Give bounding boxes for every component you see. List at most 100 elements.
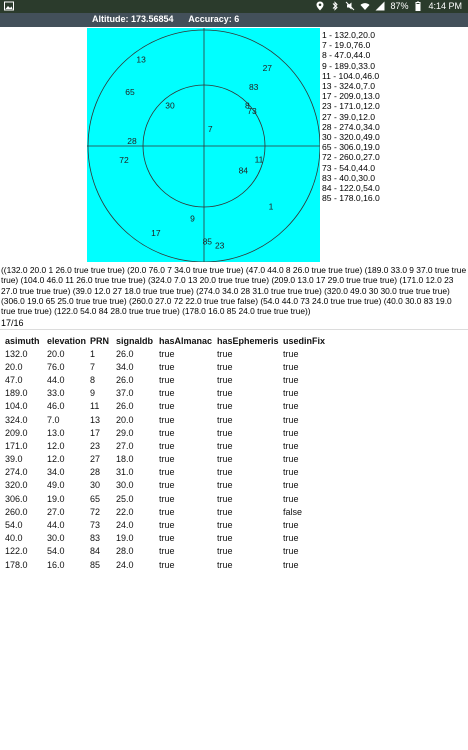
table-cell: 320.0 xyxy=(5,480,28,491)
legend-item: 7 - 19.0,76.0 xyxy=(322,40,371,51)
table-cell: true xyxy=(159,440,175,451)
table-cell: 28.0 xyxy=(116,546,134,557)
table-cell: 49.0 xyxy=(47,480,65,491)
wifi-icon xyxy=(360,3,370,10)
table-cell: 23 xyxy=(90,440,101,451)
table-cell: true xyxy=(217,361,233,372)
table-cell: 209.0 xyxy=(5,427,28,438)
table-row: 274.0 34.0 28 31.0 true true true xyxy=(5,466,329,479)
legend-item: 85 - 178.0,16.0 xyxy=(322,193,380,204)
column-header: asimuth xyxy=(5,335,40,346)
table-cell: true xyxy=(217,454,233,465)
table-cell: 26.0 xyxy=(116,401,134,412)
table-cell: 83 xyxy=(90,533,101,544)
table-cell: 33.0 xyxy=(47,388,65,399)
table-row: 260.0 27.0 72 22.0 true true false xyxy=(5,505,329,518)
table-cell: true xyxy=(217,414,233,425)
table-cell: true xyxy=(159,454,175,465)
table-cell: true xyxy=(283,559,299,570)
location-icon xyxy=(316,1,324,11)
table-cell: true xyxy=(159,401,175,412)
satellite-marker: 7 xyxy=(208,124,213,134)
table-row: 324.0 7.0 13 20.0 true true true xyxy=(5,413,329,426)
table-cell: 73 xyxy=(90,520,101,531)
table-cell: true xyxy=(217,559,233,570)
signal-icon xyxy=(375,1,385,11)
column-header: usedinFix xyxy=(283,335,326,346)
table-cell: 9 xyxy=(90,388,96,399)
app-header: Altitude: 173.56854 Accuracy: 6 xyxy=(0,13,468,27)
table-cell: 34.0 xyxy=(47,467,65,478)
table-cell: true xyxy=(159,559,175,570)
table-cell: true xyxy=(159,480,175,491)
satellite-marker: 83 xyxy=(249,82,259,92)
table-cell: 13 xyxy=(90,414,101,425)
column-header: hasEphemeris xyxy=(217,335,279,346)
divider xyxy=(0,329,468,330)
clock: 4:14 PM xyxy=(428,1,462,11)
table-cell: true xyxy=(159,533,175,544)
table-cell: 65 xyxy=(90,493,101,504)
table-cell: 34.0 xyxy=(116,361,134,372)
table-cell: 31.0 xyxy=(116,467,134,478)
table-cell: 171.0 xyxy=(5,440,28,451)
table-cell: 24.0 xyxy=(116,559,134,570)
table-row: 209.0 13.0 17 29.0 true true true xyxy=(5,426,329,439)
legend-item: 13 - 324.0,7.0 xyxy=(322,81,376,92)
table-cell: 30 xyxy=(90,480,101,491)
satellite-marker: 65 xyxy=(125,87,135,97)
satellite-table: asimuth elevation PRN signaldb hasAlmana… xyxy=(5,334,329,571)
satellite-marker: 11 xyxy=(255,155,264,165)
satellite-marker: 28 xyxy=(127,136,137,146)
table-cell: true xyxy=(283,388,299,399)
legend-item: 27 - 39.0,12.0 xyxy=(322,111,376,122)
table-cell: false xyxy=(283,506,303,517)
table-cell: 260.0 xyxy=(5,506,28,517)
table-cell: true xyxy=(283,414,299,425)
table-cell: 20.0 xyxy=(47,348,65,359)
table-cell: 39.0 xyxy=(5,454,23,465)
table-row: 320.0 49.0 30 30.0 true true true xyxy=(5,479,329,492)
legend-item: 8 - 47.0,44.0 xyxy=(322,50,371,61)
table-cell: true xyxy=(217,506,233,517)
table-row: 104.0 46.0 11 26.0 true true true xyxy=(5,400,329,413)
table-row: 189.0 33.0 9 37.0 true true true xyxy=(5,387,329,400)
column-header: hasAlmanac xyxy=(159,335,213,346)
satellite-marker: 30 xyxy=(165,101,175,111)
table-cell: 44.0 xyxy=(47,520,65,531)
bluetooth-icon xyxy=(333,1,339,11)
image-notification-icon xyxy=(4,1,14,11)
table-cell: 7.0 xyxy=(47,414,60,425)
satellite-marker: 9 xyxy=(190,214,195,224)
table-cell: 7 xyxy=(90,361,96,372)
table-cell: 12.0 xyxy=(47,440,65,451)
table-cell: 189.0 xyxy=(5,388,28,399)
table-cell: 19.0 xyxy=(47,493,65,504)
table-cell: true xyxy=(283,427,299,438)
table-cell: 324.0 xyxy=(5,414,28,425)
legend-item: 73 - 54.0,44.0 xyxy=(322,162,376,173)
table-cell: 40.0 xyxy=(5,533,23,544)
table-cell: true xyxy=(159,348,175,359)
table-row: 20.0 76.0 7 34.0 true true true xyxy=(5,360,329,373)
table-cell: true xyxy=(159,361,175,372)
table-cell: true xyxy=(217,467,233,478)
table-cell: true xyxy=(283,520,299,531)
satellite-marker: 1 xyxy=(269,201,274,211)
table-row: 54.0 44.0 73 24.0 true true true xyxy=(5,518,329,531)
table-cell: true xyxy=(217,493,233,504)
table-row: 122.0 54.0 84 28.0 true true true xyxy=(5,545,329,558)
table-cell: true xyxy=(283,546,299,557)
table-cell: 76.0 xyxy=(47,361,65,372)
table-cell: true xyxy=(159,467,175,478)
table-cell: 132.0 xyxy=(5,348,28,359)
table-cell: 16.0 xyxy=(47,559,65,570)
table-cell: 13.0 xyxy=(47,427,65,438)
satellite-marker: 27 xyxy=(263,63,273,73)
accuracy-label: Accuracy: 6 xyxy=(188,14,240,24)
table-cell: 178.0 xyxy=(5,559,28,570)
table-cell: 17 xyxy=(90,427,101,438)
satellite-marker: 84 xyxy=(239,166,249,176)
table-cell: 30.0 xyxy=(47,533,65,544)
table-cell: true xyxy=(217,520,233,531)
